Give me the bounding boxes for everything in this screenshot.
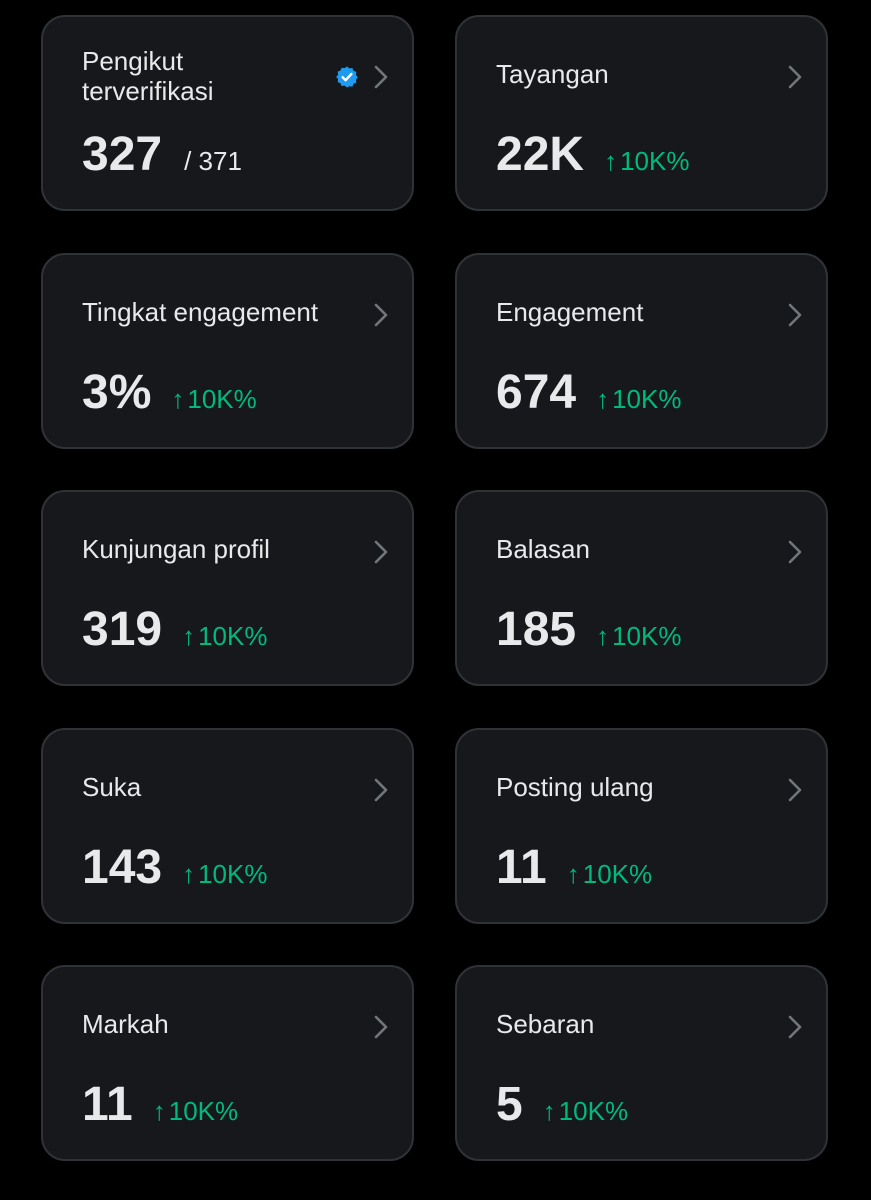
metric-value: 22K xyxy=(496,128,585,181)
metric-value: 674 xyxy=(496,366,577,419)
metric-label: Balasan xyxy=(496,534,590,564)
chevron-right-icon xyxy=(374,303,388,327)
metric-label: Tayangan xyxy=(496,59,609,89)
arrow-up-icon: ↑ xyxy=(604,146,618,176)
metric-change: ↑ 10K% xyxy=(567,859,652,890)
arrow-up-icon: ↑ xyxy=(182,859,196,889)
metric-card-likes[interactable]: Suka 143 ↑ 10K% xyxy=(41,728,414,924)
metric-value-row: 319 ↑ 10K% xyxy=(82,600,267,660)
metric-change-value: 10K% xyxy=(558,1096,629,1126)
metric-value: 143 xyxy=(82,841,163,894)
metric-value-row: 11 ↑ 10K% xyxy=(82,1075,238,1135)
metric-total: / 371 xyxy=(184,146,242,176)
verified-badge-icon xyxy=(336,66,358,88)
arrow-up-icon: ↑ xyxy=(596,621,610,651)
arrow-up-icon: ↑ xyxy=(542,1096,556,1126)
metric-card-shares[interactable]: Sebaran 5 ↑ 10K% xyxy=(455,965,828,1161)
arrow-up-icon: ↑ xyxy=(566,859,580,889)
chevron-right-icon xyxy=(788,303,802,327)
metric-value-row: 327 / 371 xyxy=(82,125,242,185)
metric-change: ↑ 10K% xyxy=(543,1096,628,1127)
metric-value: 319 xyxy=(82,603,163,656)
metric-value-row: 185 ↑ 10K% xyxy=(496,600,681,660)
metric-value: 3% xyxy=(82,366,152,419)
metric-change-value: 10K% xyxy=(620,146,690,176)
metric-change: ↑ 10K% xyxy=(182,621,267,652)
metric-change-value: 10K% xyxy=(612,384,682,414)
metric-change-value: 10K% xyxy=(612,621,682,651)
metric-value: 327 xyxy=(82,128,163,181)
metric-change: ↑ 10K% xyxy=(182,859,267,890)
chevron-right-icon xyxy=(788,65,802,89)
chevron-right-icon xyxy=(788,540,802,564)
metric-change: ↑ 10K% xyxy=(596,384,681,415)
metric-label: Engagement xyxy=(496,297,644,327)
metric-label: Markah xyxy=(82,1009,169,1039)
chevron-right-icon xyxy=(788,778,802,802)
metric-change: ↑ 10K% xyxy=(596,621,681,652)
metric-card-bookmarks[interactable]: Markah 11 ↑ 10K% xyxy=(41,965,414,1161)
metric-value-row: 3% ↑ 10K% xyxy=(82,363,257,423)
metric-change: ↑ 10K% xyxy=(171,384,256,415)
chevron-right-icon xyxy=(374,65,388,89)
metric-label: Pengikut terverifikasi xyxy=(82,46,214,106)
metric-value-row: 5 ↑ 10K% xyxy=(496,1075,628,1135)
metric-card-reposts[interactable]: Posting ulang 11 ↑ 10K% xyxy=(455,728,828,924)
metric-change-value: 10K% xyxy=(198,621,268,651)
metric-change-value: 10K% xyxy=(187,384,257,414)
metric-value: 185 xyxy=(496,603,577,656)
metric-card-engagement-rate[interactable]: Tingkat engagement 3% ↑ 10K% xyxy=(41,253,414,449)
chevron-right-icon xyxy=(374,540,388,564)
metric-label: Kunjungan profil xyxy=(82,534,270,564)
metric-value-row: 22K ↑ 10K% xyxy=(496,125,689,185)
metric-card-impressions[interactable]: Tayangan 22K ↑ 10K% xyxy=(455,15,828,211)
metric-card-verified-followers[interactable]: Pengikut terverifikasi 327 / 371 xyxy=(41,15,414,211)
metric-label: Suka xyxy=(82,772,142,802)
metric-change-value: 10K% xyxy=(198,859,268,889)
metric-change-value: 10K% xyxy=(168,1096,239,1126)
metric-card-replies[interactable]: Balasan 185 ↑ 10K% xyxy=(455,490,828,686)
metric-card-profile-visits[interactable]: Kunjungan profil 319 ↑ 10K% xyxy=(41,490,414,686)
metric-value: 11 xyxy=(82,1078,133,1131)
arrow-up-icon: ↑ xyxy=(182,621,196,651)
metric-change: ↑ 10K% xyxy=(153,1096,238,1127)
arrow-up-icon: ↑ xyxy=(596,384,610,414)
metric-value-row: 143 ↑ 10K% xyxy=(82,838,267,898)
arrow-up-icon: ↑ xyxy=(152,1096,166,1126)
metric-change: ↑ 10K% xyxy=(604,146,689,177)
arrow-up-icon: ↑ xyxy=(171,384,185,414)
chevron-right-icon xyxy=(788,1015,802,1039)
metric-value: 11 xyxy=(496,841,547,894)
metric-label: Posting ulang xyxy=(496,772,654,802)
chevron-right-icon xyxy=(374,1015,388,1039)
metric-label: Tingkat engagement xyxy=(82,297,319,327)
metric-value: 5 xyxy=(496,1078,523,1131)
metric-label: Sebaran xyxy=(496,1009,595,1039)
chevron-right-icon xyxy=(374,778,388,802)
metric-value-row: 11 ↑ 10K% xyxy=(496,838,652,898)
metric-change-value: 10K% xyxy=(582,859,653,889)
metric-value-row: 674 ↑ 10K% xyxy=(496,363,681,423)
metric-card-engagement[interactable]: Engagement 674 ↑ 10K% xyxy=(455,253,828,449)
